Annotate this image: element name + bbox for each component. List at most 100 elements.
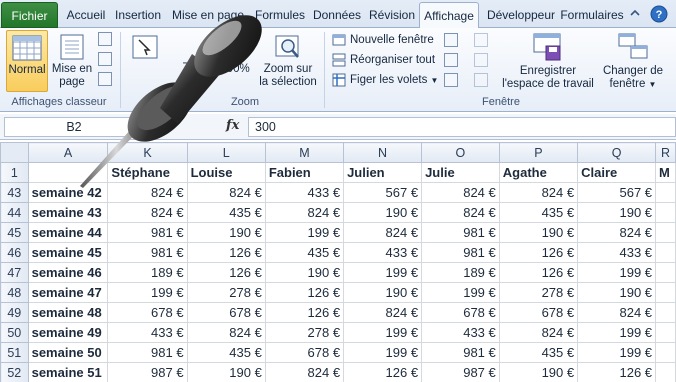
- amount-cell[interactable]: 126 €: [498, 262, 579, 283]
- amount-cell[interactable]: 567 €: [577, 182, 657, 203]
- zoom-to-selection-button[interactable]: Zoom sur la sélection: [256, 30, 320, 92]
- amount-cell[interactable]: 278 €: [264, 322, 345, 343]
- amount-cell[interactable]: 987 €: [107, 362, 188, 382]
- header-cell[interactable]: Agathe: [498, 162, 579, 183]
- amount-cell[interactable]: 189 €: [107, 262, 188, 283]
- amount-cell[interactable]: 199 €: [421, 282, 500, 303]
- amount-cell[interactable]: 190 €: [577, 282, 657, 303]
- amount-cell[interactable]: 981 €: [421, 242, 500, 263]
- normal-view-button[interactable]: Normal: [6, 30, 48, 92]
- amount-cell[interactable]: 981 €: [107, 342, 188, 363]
- chevron-down-icon[interactable]: [131, 125, 139, 129]
- show-button[interactable]: [126, 30, 164, 92]
- tab-data[interactable]: Données: [310, 5, 364, 27]
- amount-cell[interactable]: 824 €: [421, 202, 500, 223]
- amount-cell[interactable]: 824 €: [186, 182, 266, 203]
- amount-cell[interactable]: 199 €: [107, 282, 188, 303]
- amount-cell[interactable]: 981 €: [107, 222, 188, 243]
- cell[interactable]: [655, 362, 676, 382]
- amount-cell[interactable]: 278 €: [498, 282, 579, 303]
- cell[interactable]: [655, 222, 676, 243]
- amount-cell[interactable]: 190 €: [343, 202, 423, 223]
- save-workspace-button[interactable]: Enregistrer l'espace de travail: [500, 30, 596, 92]
- amount-cell[interactable]: 199 €: [264, 222, 345, 243]
- amount-cell[interactable]: 824 €: [264, 362, 345, 382]
- tab-insert[interactable]: Insertion: [112, 5, 164, 27]
- amount-cell[interactable]: 824 €: [343, 302, 423, 323]
- amount-cell[interactable]: 190 €: [577, 202, 657, 223]
- column-header-a[interactable]: A: [27, 142, 109, 163]
- amount-cell[interactable]: 126 €: [577, 362, 657, 382]
- amount-cell[interactable]: 824 €: [577, 302, 657, 323]
- drag-handle[interactable]: [158, 124, 161, 127]
- header-cell[interactable]: Julien: [343, 162, 423, 183]
- row-header[interactable]: 48: [0, 282, 29, 303]
- tab-review[interactable]: Révision: [366, 5, 418, 27]
- amount-cell[interactable]: 199 €: [343, 262, 423, 283]
- row-header[interactable]: 49: [0, 302, 29, 323]
- amount-cell[interactable]: 824 €: [107, 202, 188, 223]
- cell[interactable]: [655, 302, 676, 323]
- row-header[interactable]: 52: [0, 362, 29, 382]
- tab-formulas[interactable]: Formules: [252, 5, 308, 27]
- amount-cell[interactable]: 824 €: [264, 202, 345, 223]
- amount-cell[interactable]: 981 €: [107, 242, 188, 263]
- full-screen-icon[interactable]: [98, 72, 112, 86]
- week-cell[interactable]: semaine 51: [27, 362, 109, 382]
- view-side-by-side-icon[interactable]: [474, 33, 488, 47]
- amount-cell[interactable]: 435 €: [498, 202, 579, 223]
- cell[interactable]: [655, 282, 676, 303]
- header-cell[interactable]: [27, 162, 109, 183]
- row-header[interactable]: 46: [0, 242, 29, 263]
- cell[interactable]: [655, 182, 676, 203]
- cell[interactable]: [655, 202, 676, 223]
- tab-file[interactable]: Fichier: [1, 2, 58, 28]
- week-cell[interactable]: semaine 48: [27, 302, 109, 323]
- amount-cell[interactable]: 824 €: [498, 182, 579, 203]
- row-header[interactable]: 1: [0, 162, 29, 183]
- amount-cell[interactable]: 190 €: [498, 362, 579, 382]
- synchronous-scrolling-icon[interactable]: [474, 53, 488, 67]
- amount-cell[interactable]: 824 €: [577, 222, 657, 243]
- amount-cell[interactable]: 824 €: [421, 182, 500, 203]
- cell[interactable]: [655, 342, 676, 363]
- amount-cell[interactable]: 126 €: [343, 362, 423, 382]
- week-cell[interactable]: semaine 45: [27, 242, 109, 263]
- zoom-button[interactable]: Zoom: [180, 30, 214, 92]
- amount-cell[interactable]: 987 €: [421, 362, 500, 382]
- column-header-q[interactable]: Q: [577, 142, 657, 163]
- row-header[interactable]: 50: [0, 322, 29, 343]
- amount-cell[interactable]: 824 €: [186, 322, 266, 343]
- row-header[interactable]: 51: [0, 342, 29, 363]
- help-icon[interactable]: ?: [650, 5, 668, 23]
- tab-view[interactable]: Affichage: [419, 2, 479, 29]
- column-header-k[interactable]: K: [107, 142, 188, 163]
- custom-views-icon[interactable]: [98, 52, 112, 66]
- freeze-panes-button[interactable]: Figer les volets ▼: [332, 71, 438, 89]
- minimize-ribbon-icon[interactable]: [626, 5, 644, 23]
- amount-cell[interactable]: 435 €: [264, 242, 345, 263]
- amount-cell[interactable]: 190 €: [186, 222, 266, 243]
- page-layout-view-button[interactable]: Mise en page: [50, 30, 94, 92]
- tab-developer[interactable]: Développeur: [482, 5, 560, 27]
- amount-cell[interactable]: 824 €: [343, 222, 423, 243]
- amount-cell[interactable]: 435 €: [498, 342, 579, 363]
- header-cell[interactable]: Julie: [421, 162, 500, 183]
- amount-cell[interactable]: 678 €: [498, 302, 579, 323]
- tab-home[interactable]: Accueil: [64, 5, 108, 27]
- amount-cell[interactable]: 981 €: [421, 222, 500, 243]
- amount-cell[interactable]: 190 €: [343, 282, 423, 303]
- page-break-preview-icon[interactable]: [98, 32, 112, 46]
- insert-function-icon[interactable]: fx: [226, 118, 239, 133]
- amount-cell[interactable]: 199 €: [577, 262, 657, 283]
- week-cell[interactable]: semaine 42: [27, 182, 109, 203]
- amount-cell[interactable]: 824 €: [498, 322, 579, 343]
- row-header[interactable]: 44: [0, 202, 29, 223]
- amount-cell[interactable]: 126 €: [186, 262, 266, 283]
- header-cell[interactable]: Stéphane: [107, 162, 188, 183]
- cell[interactable]: [655, 322, 676, 343]
- amount-cell[interactable]: 981 €: [421, 342, 500, 363]
- amount-cell[interactable]: 199 €: [343, 342, 423, 363]
- amount-cell[interactable]: 678 €: [186, 302, 266, 323]
- amount-cell[interactable]: 126 €: [264, 302, 345, 323]
